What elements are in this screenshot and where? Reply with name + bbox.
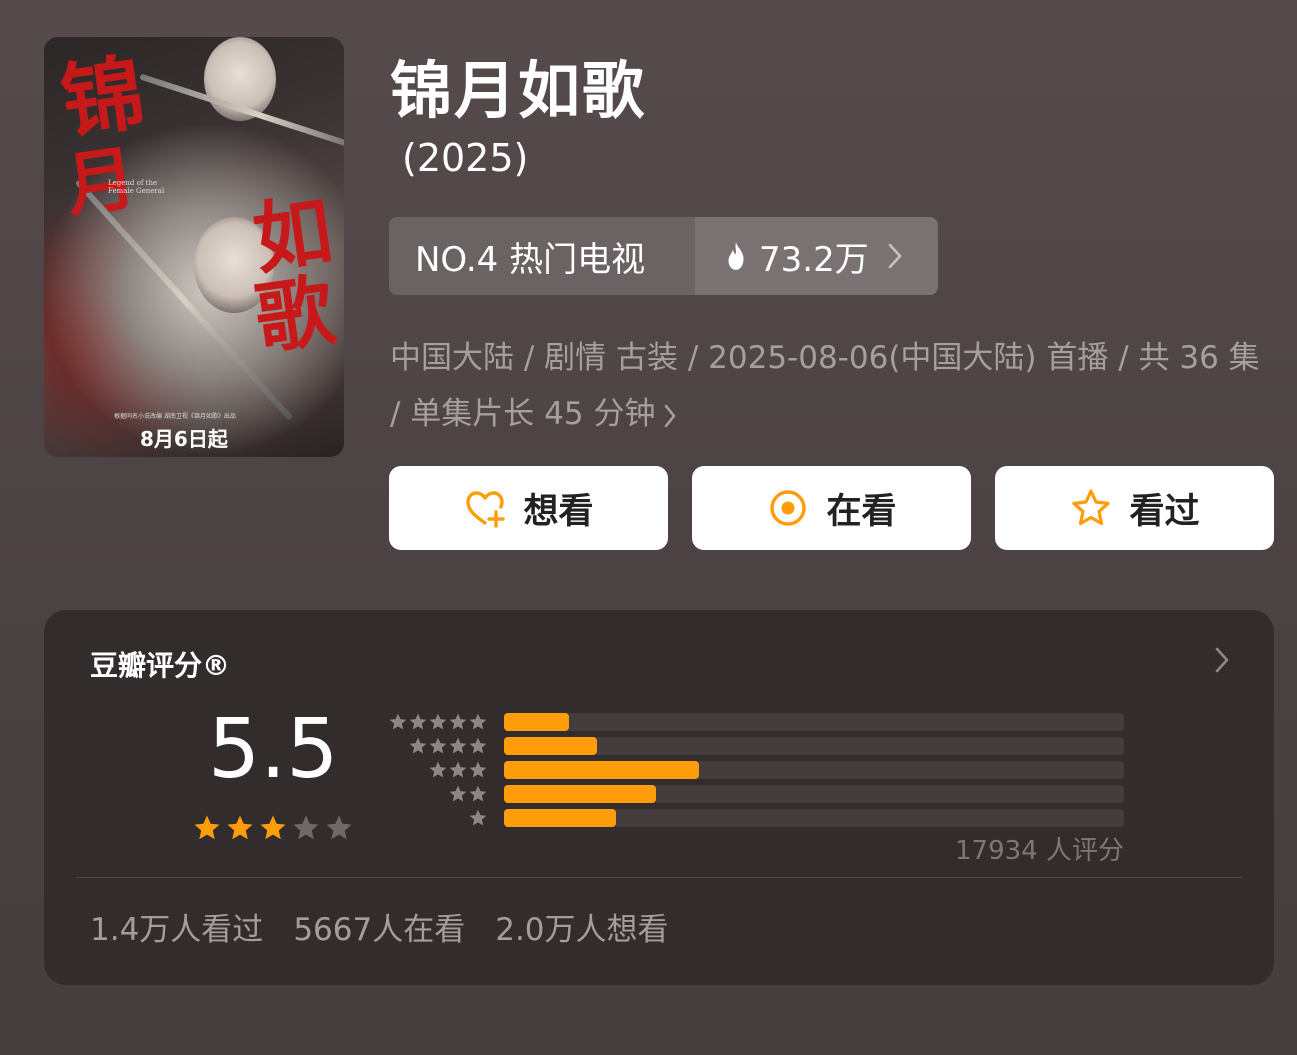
wish-count[interactable]: 2.0万人想看	[495, 904, 668, 949]
rank-label: NO.4 热门电视	[389, 217, 695, 295]
page-title: 锦月如歌	[390, 54, 647, 127]
star-small-icon	[449, 713, 467, 730]
chevron-right-icon	[665, 404, 676, 427]
target-icon	[770, 490, 807, 526]
release-year: (2025)	[402, 136, 529, 180]
chevron-right-icon[interactable]	[1214, 646, 1230, 674]
want-to-watch-button[interactable]: 想看	[389, 466, 668, 550]
rank-pill[interactable]: NO.4 热门电视 73.2万	[389, 217, 938, 295]
poster-credit: 根据同名小说改编 湖南卫视《锦月如歌》出品	[114, 413, 236, 420]
watched-label: 看过	[1129, 491, 1200, 532]
star-small-icon	[469, 761, 487, 778]
flame-icon	[728, 242, 744, 270]
rating-bar-fill	[504, 809, 616, 827]
star-filled-icon	[194, 815, 220, 840]
rating-distribution-row	[382, 710, 1124, 734]
watched-count[interactable]: 1.4万人看过	[90, 904, 263, 949]
rating-bar-fill	[504, 785, 656, 803]
poster-release-date: 8月6日起	[140, 427, 228, 451]
rating-stars	[192, 813, 357, 843]
rating-card[interactable]: 豆瓣评分® 5.5 17934 人评分 1.4万人看过 5667人在看 2.0万…	[44, 610, 1274, 985]
rating-distribution-row	[382, 782, 1124, 806]
rating-bar-track	[504, 737, 1124, 755]
star-empty-icon	[293, 815, 319, 840]
want-to-watch-label: 想看	[523, 491, 594, 532]
rating-distribution-row	[382, 758, 1124, 782]
rating-bar-track	[504, 785, 1124, 803]
meta-info[interactable]: 中国大陆 / 剧情 古装 / 2025-08-06(中国大陆) 首播 / 共 3…	[390, 330, 1270, 442]
star-small-icon	[429, 737, 447, 754]
poster-image[interactable]: 锦 月 如 歌 Legend of the Female General 根据同…	[44, 37, 344, 457]
star-small-icon	[409, 737, 427, 754]
divider	[76, 877, 1242, 878]
rating-row-stars	[382, 784, 488, 804]
rating-row-stars	[382, 736, 488, 756]
rating-row-stars	[382, 712, 488, 732]
heart-plus-icon	[466, 491, 506, 528]
rating-bar-track	[504, 809, 1124, 827]
meta-text: 中国大陆 / 剧情 古装 / 2025-08-06(中国大陆) 首播 / 共 3…	[390, 340, 1260, 432]
watching-button[interactable]: 在看	[692, 466, 971, 550]
rating-bar-track	[504, 713, 1124, 731]
heat-indicator[interactable]: 73.2万	[695, 217, 938, 295]
star-small-icon	[409, 713, 427, 730]
star-small-icon	[449, 761, 467, 778]
watched-button[interactable]: 看过	[995, 466, 1274, 550]
rating-row-stars	[382, 760, 488, 780]
star-small-icon	[429, 761, 447, 778]
raters-count: 17934 人评分	[955, 836, 1124, 866]
movie-detail-page: 锦 月 如 歌 Legend of the Female General 根据同…	[0, 0, 1297, 1055]
star-small-icon	[389, 713, 407, 730]
rating-bar-fill	[504, 761, 700, 779]
star-empty-icon	[326, 815, 352, 840]
heat-value: 73.2万	[759, 239, 869, 280]
rating-distribution	[382, 710, 1124, 830]
rating-card-title: 豆瓣评分®	[90, 649, 231, 682]
star-small-icon	[469, 737, 487, 754]
star-small-icon	[469, 713, 487, 730]
star-small-icon	[449, 737, 467, 754]
rating-distribution-row	[382, 806, 1124, 830]
rating-bar-fill	[504, 713, 570, 731]
rating-row-stars	[382, 808, 488, 828]
rating-distribution-row	[382, 734, 1124, 758]
poster-title-char: 锦	[55, 44, 151, 152]
star-filled-icon	[260, 815, 286, 840]
audience-counts: 1.4万人看过 5667人在看 2.0万人想看	[90, 904, 669, 949]
star-small-icon	[429, 713, 447, 730]
watching-count[interactable]: 5667人在看	[293, 904, 465, 949]
chevron-right-icon	[888, 243, 902, 269]
poster-title-char: 歌	[249, 265, 340, 366]
watching-label: 在看	[826, 491, 897, 532]
rating-bar-track	[504, 761, 1124, 779]
star-small-icon	[469, 809, 487, 826]
rating-bar-fill	[504, 737, 597, 755]
star-small-icon	[449, 785, 467, 802]
star-small-icon	[469, 785, 487, 802]
rating-score: 5.5	[208, 702, 339, 797]
star-outline-icon	[1072, 489, 1111, 526]
poster-english-title: Legend of the Female General	[108, 179, 165, 196]
star-filled-icon	[227, 815, 253, 840]
